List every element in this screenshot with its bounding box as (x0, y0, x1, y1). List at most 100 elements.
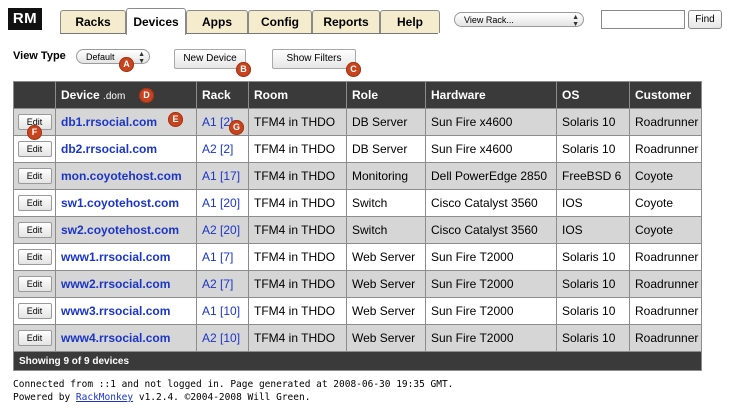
rack-position-link[interactable]: [17] (220, 169, 240, 183)
tab-reports[interactable]: Reports (312, 10, 380, 33)
os-cell: IOS (556, 189, 630, 217)
room-cell: TFM4 in THDO (248, 243, 347, 271)
rack-position-link[interactable]: [7] (220, 277, 233, 291)
edit-button[interactable]: Edit (17, 195, 52, 211)
edit-cell: Edit (13, 324, 56, 352)
role-cell: Monitoring (346, 162, 426, 190)
view-rack-value: View Rack... (464, 15, 514, 25)
room-cell: TFM4 in THDO (248, 270, 347, 298)
edit-cell: Edit (13, 297, 56, 325)
rack-cell: A2 [2] (196, 135, 249, 163)
tab-divider (60, 33, 438, 34)
customer-cell: Roadrunner (629, 108, 702, 136)
device-link[interactable]: sw2.coyotehost.com (61, 223, 179, 237)
role-cell: Switch (346, 216, 426, 244)
rack-link[interactable]: A1 (202, 304, 217, 318)
customer-cell: Coyote (629, 162, 702, 190)
tab-devices[interactable]: Devices (126, 8, 186, 35)
rack-cell: A1 [10] (196, 297, 249, 325)
rack-position-link[interactable]: [20] (220, 223, 240, 237)
tab-config[interactable]: Config (248, 10, 312, 33)
connection-info: Connected from ::1 and not logged in. Pa… (13, 379, 454, 390)
page-footer: Connected from ::1 and not logged in. Pa… (13, 378, 453, 404)
rack-link[interactable]: A1 (202, 196, 217, 210)
new-device-button[interactable]: New Device (174, 49, 246, 69)
room-cell: TFM4 in THDO (248, 189, 347, 217)
select-arrows-icon: ▲ ▼ (138, 50, 145, 65)
device-cell: www3.rrsocial.com (55, 297, 197, 325)
rack-position-link[interactable]: [10] (220, 331, 240, 345)
rack-position-link[interactable]: [2] (220, 142, 233, 156)
devices-table: Device .dom Rack Room Role Hardware OS C… (13, 81, 702, 371)
powered-prefix: Powered by (13, 392, 76, 403)
view-rack-select[interactable]: View Rack... ▲ ▼ (454, 12, 584, 28)
table-row: Edit www2.rrsocial.com A2 [7] TFM4 in THDO W… (13, 270, 702, 298)
rack-position-link[interactable]: [20] (220, 196, 240, 210)
device-link[interactable]: sw1.coyotehost.com (61, 196, 179, 210)
select-arrows-icon: ▲ ▼ (572, 13, 579, 28)
device-link[interactable]: mon.coyotehost.com (61, 169, 182, 183)
os-cell: Solaris 10 (556, 324, 630, 352)
device-link[interactable]: db1.rrsocial.com (61, 115, 157, 129)
table-footer-row: Showing 9 of 9 devices (13, 351, 702, 371)
view-type-select[interactable]: Default ▲ ▼ (76, 49, 150, 65)
edit-button[interactable]: Edit (17, 141, 52, 157)
column-header-rack[interactable]: Rack (196, 81, 249, 109)
device-cell: www4.rrsocial.com (55, 324, 197, 352)
column-header-role[interactable]: Role (346, 81, 426, 109)
edit-button[interactable]: Edit (17, 168, 52, 184)
role-cell: Web Server (346, 324, 426, 352)
rack-link[interactable]: A1 (202, 250, 217, 264)
edit-button[interactable]: Edit (17, 330, 52, 346)
powered-by-line: Powered by RackMonkey v1.2.4. ©2004-2008… (13, 391, 453, 404)
device-cell: www2.rrsocial.com (55, 270, 197, 298)
device-link[interactable]: www3.rrsocial.com (61, 304, 170, 318)
tab-help[interactable]: Help (380, 10, 440, 33)
role-cell: Web Server (346, 297, 426, 325)
rack-link[interactable]: A2 (202, 331, 217, 345)
device-link[interactable]: db2.rrsocial.com (61, 142, 157, 156)
customer-cell: Coyote (629, 189, 702, 217)
column-header-os[interactable]: OS (556, 81, 630, 109)
role-cell: Switch (346, 189, 426, 217)
rack-link[interactable]: A1 (202, 115, 217, 129)
rack-position-link[interactable]: [10] (220, 304, 240, 318)
find-button[interactable]: Find (688, 10, 722, 29)
rackmonkey-link[interactable]: RackMonkey (76, 392, 133, 403)
column-header-edit (13, 81, 56, 109)
edit-button[interactable]: Edit (17, 249, 52, 265)
rack-cell: A2 [7] (196, 270, 249, 298)
column-header-customer[interactable]: Customer (629, 81, 702, 109)
customer-cell: Roadrunner (629, 243, 702, 271)
tab-racks[interactable]: Racks (60, 10, 126, 33)
callout-marker-d: D (139, 88, 154, 103)
hardware-cell: Sun Fire x4600 (425, 108, 557, 136)
rack-link[interactable]: A2 (202, 223, 217, 237)
customer-cell: Roadrunner (629, 324, 702, 352)
show-filters-button[interactable]: Show Filters (272, 49, 356, 69)
column-header-room[interactable]: Room (248, 81, 347, 109)
callout-marker-a: A (119, 57, 134, 72)
edit-cell: Edit (13, 162, 56, 190)
device-link[interactable]: www2.rrsocial.com (61, 277, 170, 291)
rack-link[interactable]: A2 (202, 277, 217, 291)
tab-apps[interactable]: Apps (186, 10, 248, 33)
edit-button[interactable]: Edit (17, 303, 52, 319)
rack-link[interactable]: A2 (202, 142, 217, 156)
edit-button[interactable]: Edit (17, 222, 52, 238)
search-input[interactable] (601, 10, 685, 29)
callout-marker-e: E (168, 112, 183, 127)
powered-suffix: v1.2.4. ©2004-2008 Will Green. (133, 392, 311, 403)
device-link[interactable]: www1.rrsocial.com (61, 250, 170, 264)
edit-button[interactable]: Edit (17, 276, 52, 292)
rack-position-link[interactable]: [7] (220, 250, 233, 264)
column-header-device[interactable]: Device .dom (55, 81, 197, 109)
device-link[interactable]: www4.rrsocial.com (61, 331, 170, 345)
hardware-cell: Cisco Catalyst 3560 (425, 216, 557, 244)
hardware-cell: Sun Fire T2000 (425, 324, 557, 352)
table-row: Edit www3.rrsocial.com A1 [10] TFM4 in THDO… (13, 297, 702, 325)
column-header-hardware[interactable]: Hardware (425, 81, 557, 109)
edit-cell: Edit (13, 216, 56, 244)
rack-link[interactable]: A1 (202, 169, 217, 183)
callout-marker-b: B (236, 62, 251, 77)
